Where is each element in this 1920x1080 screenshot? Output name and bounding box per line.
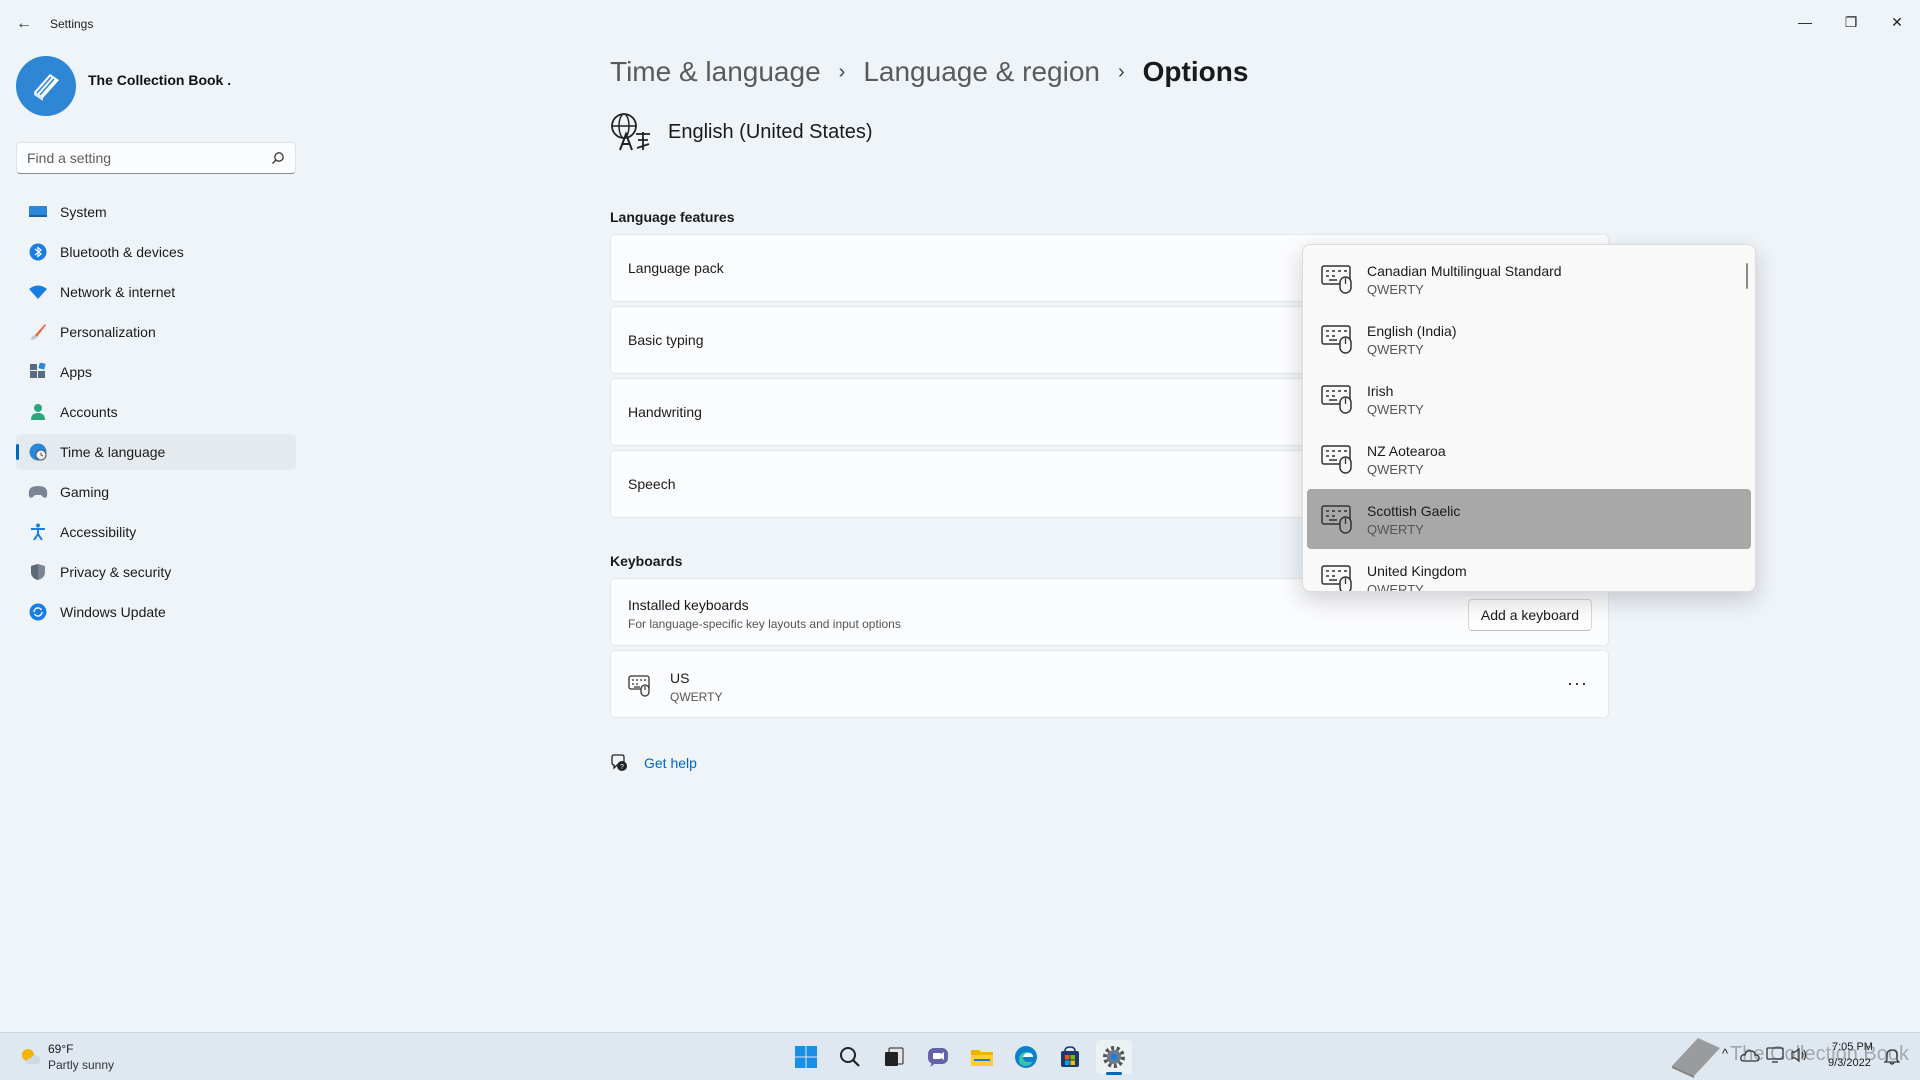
more-options-icon[interactable]: ··· bbox=[1567, 673, 1588, 694]
keyboard-icon bbox=[1321, 445, 1352, 474]
network-icon[interactable] bbox=[1766, 1047, 1784, 1063]
clock-time[interactable]: 7:05 PM bbox=[1832, 1041, 1873, 1053]
profile-name: The Collection Book . bbox=[88, 72, 232, 88]
weather-partly-sunny-icon[interactable] bbox=[18, 1043, 42, 1067]
taskbar bbox=[0, 1032, 1920, 1080]
minimize-icon: — bbox=[1798, 14, 1812, 30]
language-icon bbox=[611, 113, 650, 151]
apps-icon bbox=[28, 362, 48, 382]
keyboard-option-canadian-multilingual[interactable]: Canadian Multilingual Standard QWERTY bbox=[1307, 249, 1751, 309]
language-features-heading: Language features bbox=[610, 209, 735, 225]
sidebar-nav: System Bluetooth & devices Network & int… bbox=[16, 194, 296, 634]
close-icon: ✕ bbox=[1891, 13, 1903, 30]
start-icon[interactable] bbox=[788, 1040, 824, 1074]
store-icon[interactable] bbox=[1052, 1040, 1088, 1074]
keyboard-us-card: US QWERTY ··· bbox=[610, 650, 1609, 718]
sidebar-item-system[interactable]: System bbox=[16, 194, 296, 230]
watermark-book-icon bbox=[1672, 1038, 1720, 1078]
tray-expand-icon[interactable]: ^ bbox=[1722, 1046, 1728, 1061]
weather-temperature[interactable]: 69°F bbox=[48, 1042, 73, 1056]
keyboards-heading: Keyboards bbox=[610, 553, 683, 569]
account-icon bbox=[28, 402, 48, 422]
sidebar-item-network[interactable]: Network & internet bbox=[16, 274, 296, 310]
system-icon bbox=[28, 202, 48, 222]
title-bar bbox=[0, 0, 1920, 48]
app-title: Settings bbox=[50, 17, 94, 31]
chevron-right-icon: › bbox=[1117, 60, 1125, 83]
keyboard-option-scottish-gaelic[interactable]: Scottish Gaelic QWERTY bbox=[1307, 489, 1751, 549]
sidebar-item-privacy[interactable]: Privacy & security bbox=[16, 554, 296, 590]
installed-keyboards-subtitle: For language-specific key layouts and in… bbox=[628, 617, 901, 631]
keyboard-picker-flyout: Canadian Multilingual Standard QWERTY En… bbox=[1302, 244, 1756, 592]
help-icon: ? bbox=[611, 754, 627, 771]
keyboard-icon bbox=[1321, 565, 1352, 591]
avatar[interactable] bbox=[16, 56, 76, 116]
accessibility-icon bbox=[28, 522, 48, 542]
restore-icon: ❐ bbox=[1844, 13, 1858, 30]
keyboard-icon bbox=[1321, 385, 1352, 414]
task-view-icon[interactable] bbox=[876, 1040, 912, 1074]
clock-date[interactable]: 9/3/2022 bbox=[1828, 1057, 1871, 1069]
breadcrumb-language-region[interactable]: Language & region bbox=[863, 56, 1100, 88]
add-keyboard-button[interactable]: Add a keyboard bbox=[1467, 599, 1592, 631]
book-icon bbox=[34, 74, 59, 101]
sidebar-item-time-language[interactable]: Time & language bbox=[16, 434, 296, 470]
gamepad-icon bbox=[28, 482, 48, 502]
chat-icon[interactable] bbox=[920, 1040, 956, 1074]
language-header: English (United States) bbox=[610, 112, 873, 152]
taskbar-search-icon[interactable] bbox=[832, 1040, 868, 1074]
installed-keyboards-title: Installed keyboards bbox=[628, 597, 749, 613]
keyboard-option-united-kingdom[interactable]: United Kingdom QWERTY bbox=[1307, 549, 1751, 591]
onedrive-icon[interactable] bbox=[1740, 1048, 1760, 1062]
notification-bell-icon[interactable] bbox=[1884, 1047, 1900, 1065]
breadcrumb: Time & language › Language & region › Op… bbox=[610, 56, 1248, 88]
language-name: English (United States) bbox=[668, 120, 873, 143]
chevron-right-icon: › bbox=[838, 60, 846, 83]
sidebar-item-personalization[interactable]: Personalization bbox=[16, 314, 296, 350]
edge-icon[interactable] bbox=[1008, 1040, 1044, 1074]
search-box[interactable] bbox=[16, 142, 296, 174]
file-explorer-icon[interactable] bbox=[964, 1040, 1000, 1074]
sidebar-item-accounts[interactable]: Accounts bbox=[16, 394, 296, 430]
sidebar-item-gaming[interactable]: Gaming bbox=[16, 474, 296, 510]
sidebar-item-windows-update[interactable]: Windows Update bbox=[16, 594, 296, 630]
minimize-button[interactable]: — bbox=[1782, 6, 1828, 38]
back-button[interactable]: ← bbox=[10, 12, 38, 36]
weather-description[interactable]: Partly sunny bbox=[48, 1058, 114, 1072]
keyboard-icon bbox=[1321, 325, 1352, 354]
shield-icon bbox=[28, 562, 48, 582]
keyboard-icon bbox=[628, 675, 650, 697]
volume-icon[interactable] bbox=[1790, 1047, 1808, 1063]
keyboard-icon bbox=[1321, 505, 1352, 534]
svg-text:?: ? bbox=[620, 764, 624, 771]
search-input[interactable] bbox=[27, 150, 267, 166]
active-app-indicator bbox=[1106, 1072, 1122, 1075]
keyboard-us-layout: QWERTY bbox=[670, 690, 723, 704]
page-title: Options bbox=[1142, 56, 1249, 87]
get-help-link[interactable]: Get help bbox=[644, 755, 697, 771]
keyboard-option-english-india[interactable]: English (India) QWERTY bbox=[1307, 309, 1751, 369]
keyboard-icon bbox=[1321, 265, 1352, 294]
breadcrumb-time-language[interactable]: Time & language bbox=[610, 56, 821, 88]
keyboard-option-nz-aotearoa[interactable]: NZ Aotearoa QWERTY bbox=[1307, 429, 1751, 489]
sidebar-item-apps[interactable]: Apps bbox=[16, 354, 296, 390]
update-icon bbox=[28, 602, 48, 622]
back-arrow-icon: ← bbox=[16, 15, 32, 32]
close-button[interactable]: ✕ bbox=[1874, 6, 1920, 38]
brush-icon bbox=[28, 322, 48, 342]
keyboard-us-name: US bbox=[670, 670, 690, 686]
wifi-icon bbox=[28, 282, 48, 302]
settings-icon[interactable] bbox=[1096, 1040, 1132, 1074]
sidebar-item-accessibility[interactable]: Accessibility bbox=[16, 514, 296, 550]
keyboard-option-irish[interactable]: Irish QWERTY bbox=[1307, 369, 1751, 429]
search-icon[interactable] bbox=[271, 151, 285, 165]
maximize-button[interactable]: ❐ bbox=[1828, 6, 1874, 38]
bluetooth-icon bbox=[28, 242, 48, 262]
globe-clock-icon bbox=[28, 442, 48, 462]
sidebar-item-bluetooth[interactable]: Bluetooth & devices bbox=[16, 234, 296, 270]
